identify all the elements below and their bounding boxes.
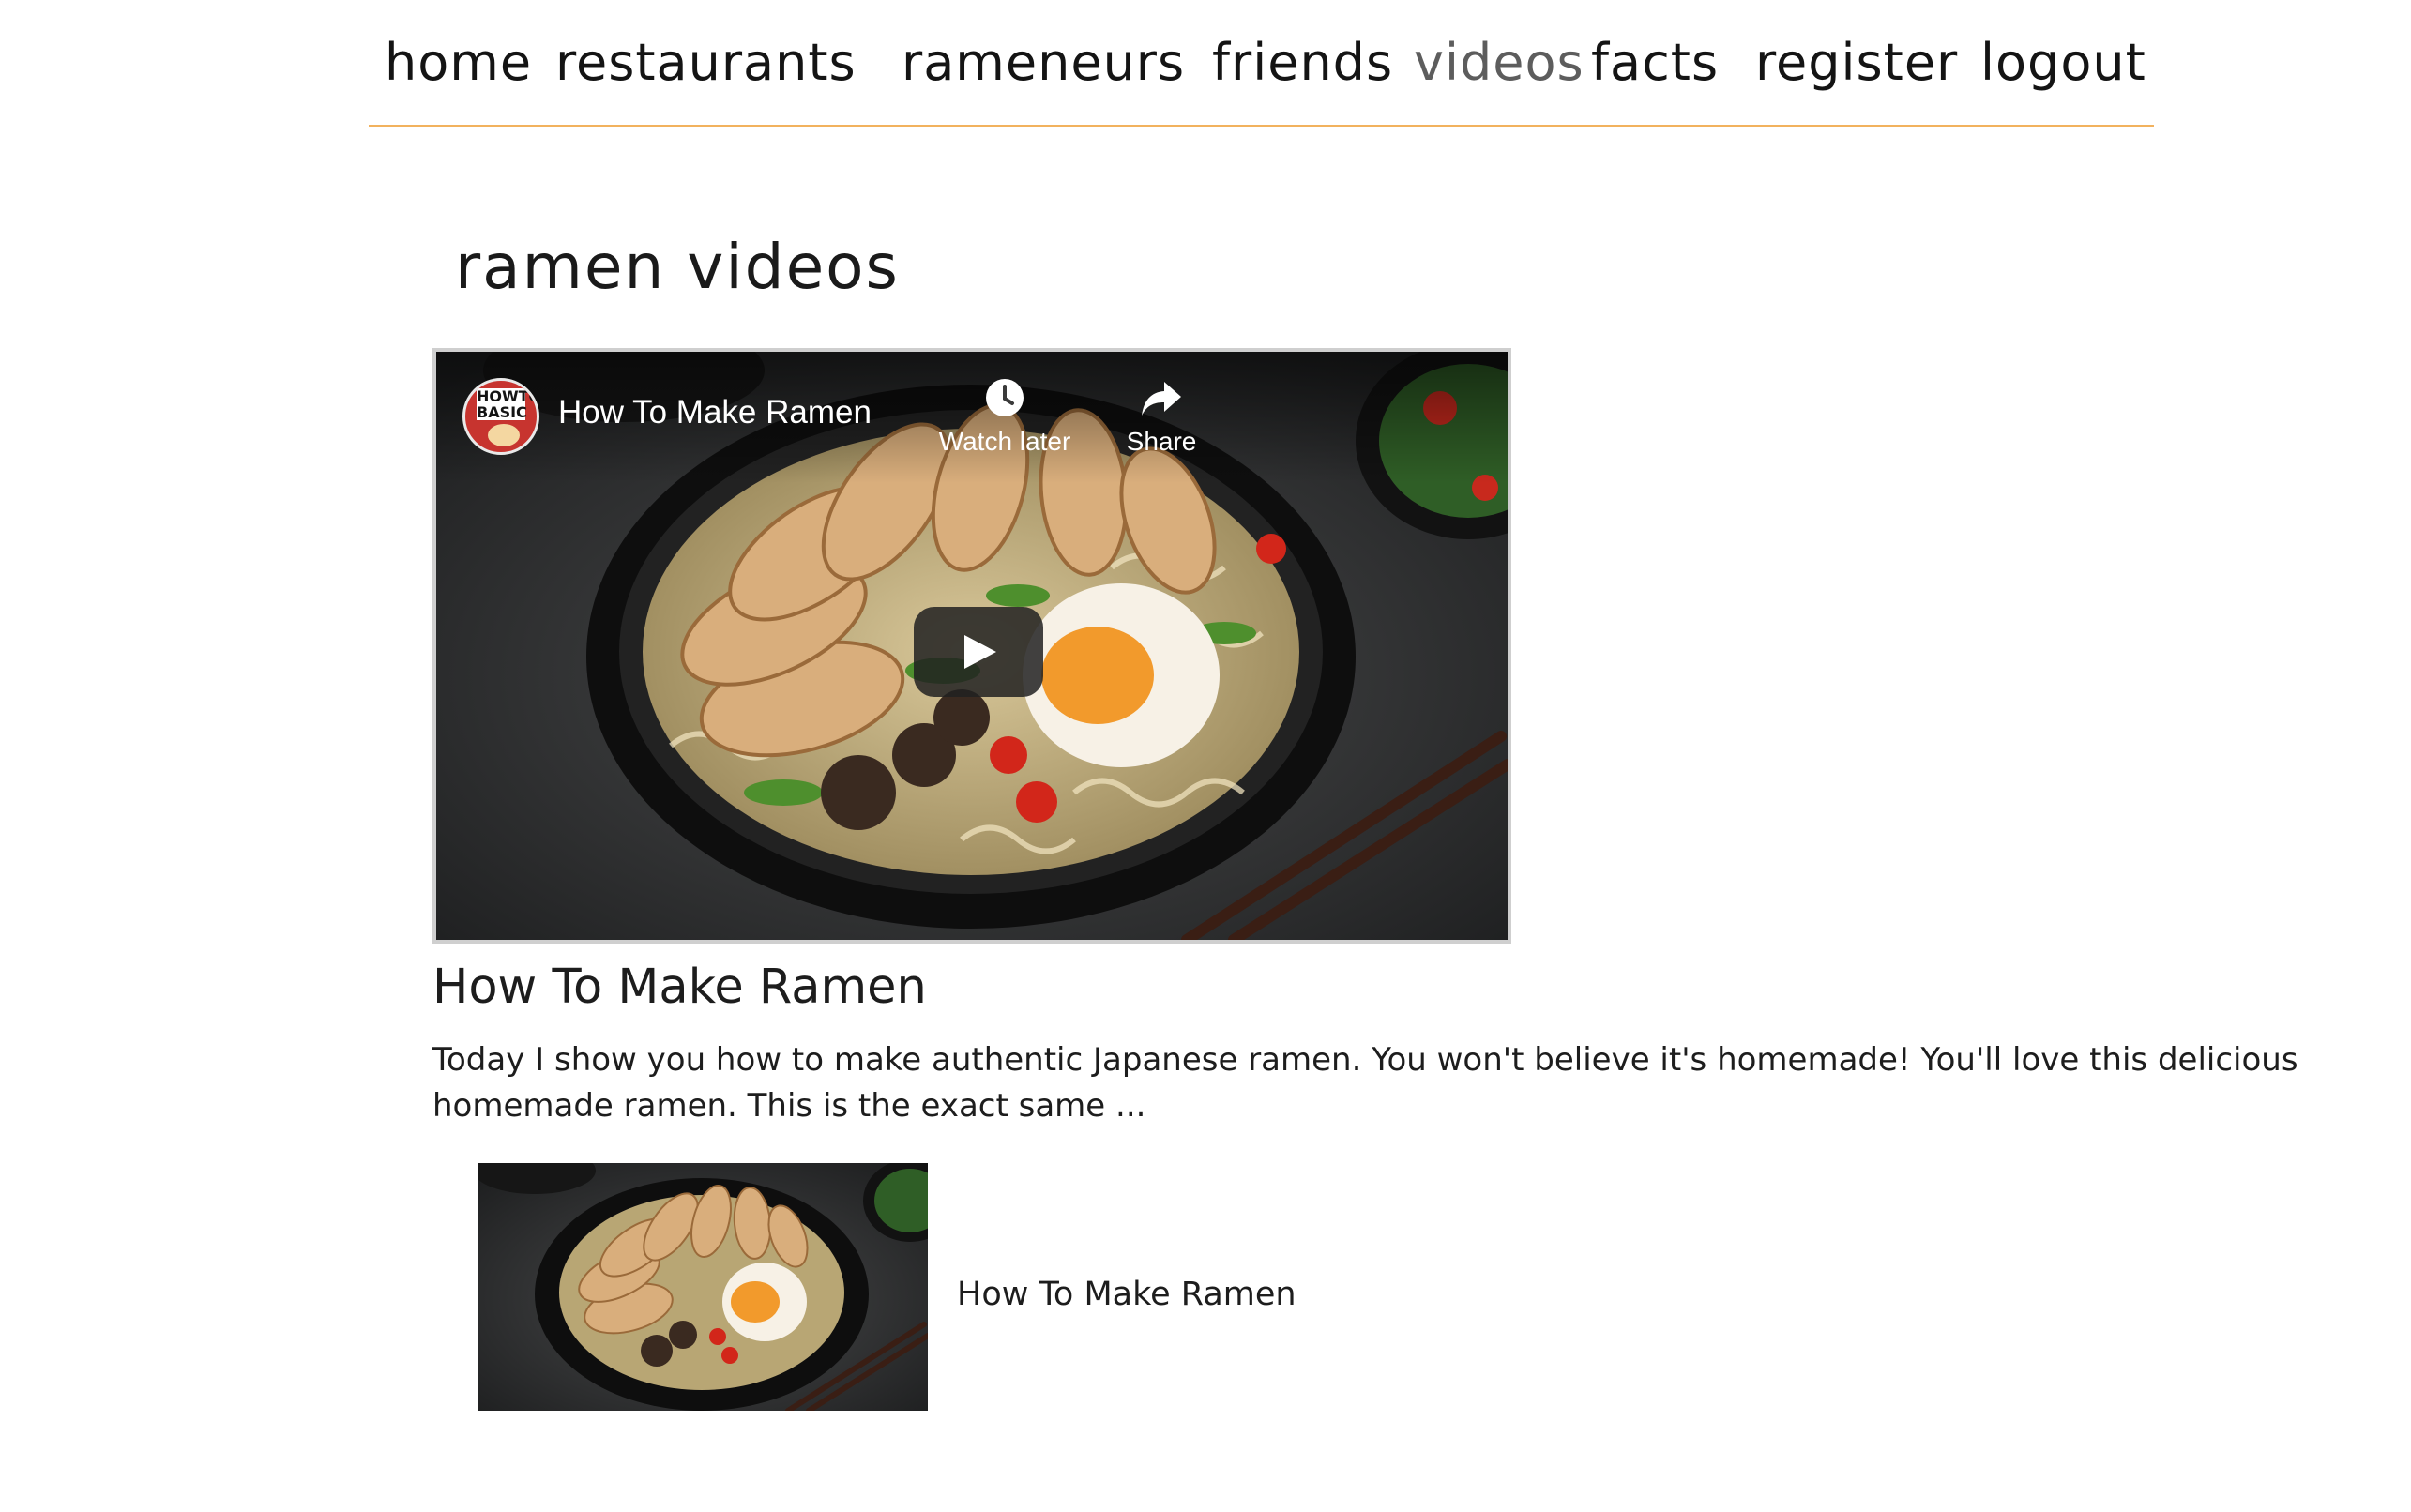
nav-facts[interactable]: facts bbox=[1591, 32, 1719, 94]
watch-later-button[interactable]: Watch later bbox=[934, 376, 1075, 479]
video-player[interactable]: HOWTO BASIC How To Make Ramen Watch late… bbox=[432, 348, 1511, 944]
egg-icon bbox=[488, 424, 520, 446]
nav-register[interactable]: register bbox=[1755, 32, 1958, 94]
watch-later-label: Watch later bbox=[938, 427, 1071, 456]
share-button[interactable]: Share bbox=[1091, 376, 1232, 479]
video-description: Today I show you how to make authentic J… bbox=[432, 1041, 2298, 1125]
channel-avatar[interactable]: HOWTO BASIC bbox=[462, 378, 539, 455]
nav-videos[interactable]: videos bbox=[1414, 32, 1585, 94]
nav-home[interactable]: home bbox=[385, 32, 532, 94]
clock-icon bbox=[986, 379, 1024, 416]
channel-badge-line2: BASIC bbox=[477, 403, 527, 421]
play-icon bbox=[964, 635, 996, 669]
video-list-title[interactable]: How To Make Ramen bbox=[957, 1274, 1296, 1315]
player-video-title[interactable]: How To Make Ramen bbox=[558, 392, 872, 433]
main-nav: home restaurants rameneurs friends video… bbox=[369, 0, 2154, 127]
play-button[interactable] bbox=[914, 607, 1043, 697]
share-label: Share bbox=[1126, 427, 1197, 456]
channel-badge-line1: HOWTO bbox=[477, 387, 539, 405]
share-arrow-icon bbox=[1142, 382, 1181, 416]
nav-restaurants[interactable]: restaurants bbox=[555, 32, 857, 94]
page-title: ramen videos bbox=[455, 231, 900, 303]
list-item[interactable]: How To Make Ramen bbox=[478, 1163, 1417, 1411]
nav-logout[interactable]: logout bbox=[1980, 32, 2146, 94]
nav-friends[interactable]: friends bbox=[1212, 32, 1393, 94]
video-list-thumbnail[interactable] bbox=[478, 1163, 928, 1411]
video-heading: How To Make Ramen bbox=[432, 960, 927, 1015]
nav-rameneurs[interactable]: rameneurs bbox=[902, 32, 1185, 94]
